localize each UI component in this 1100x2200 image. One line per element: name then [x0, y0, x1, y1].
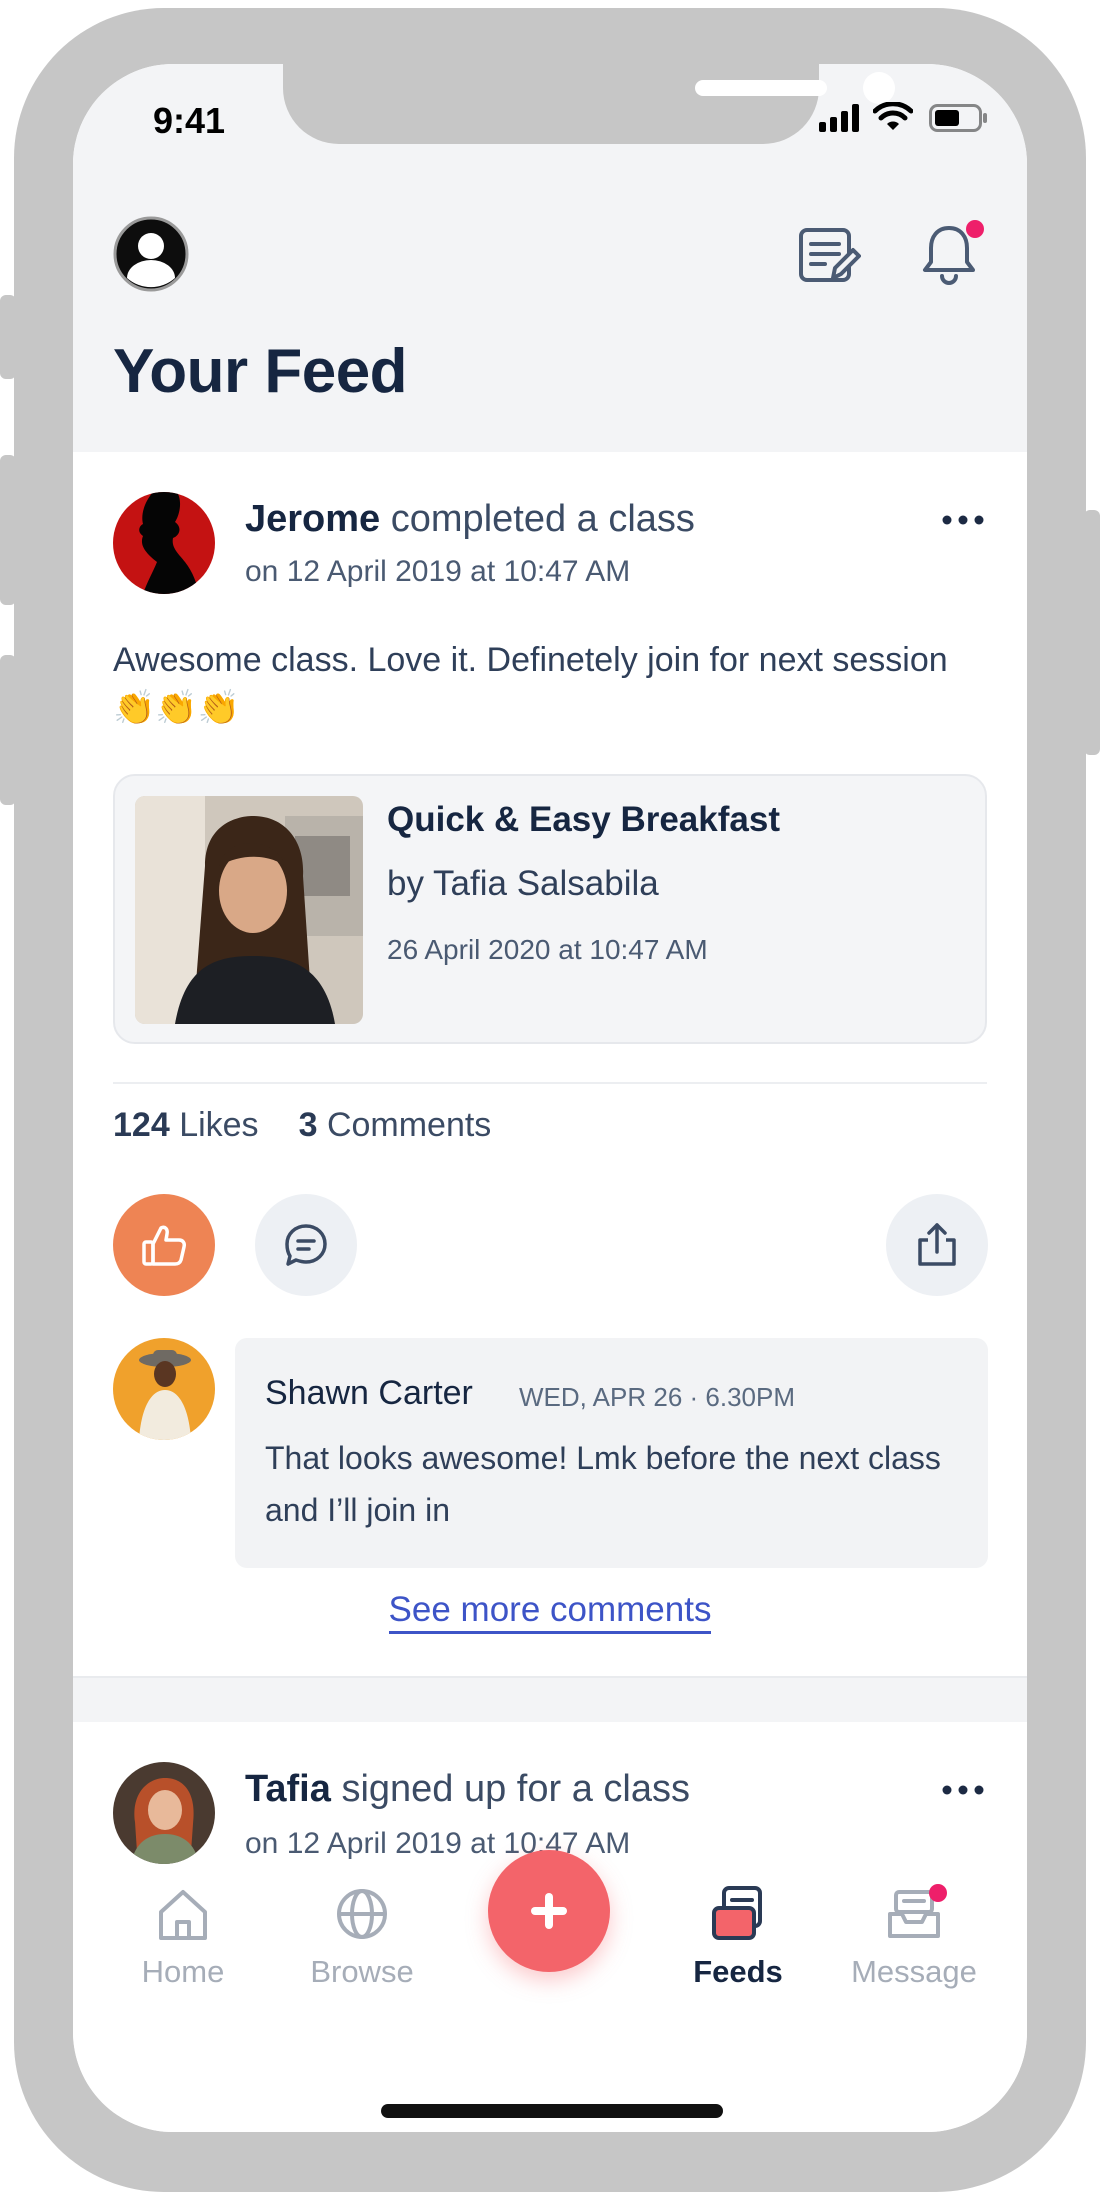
cellular-signal-icon — [819, 104, 859, 132]
page-title: Your Feed — [113, 337, 408, 406]
tab-home[interactable]: Home — [103, 1884, 263, 1990]
home-indicator — [381, 2104, 723, 2118]
mute-switch — [0, 295, 16, 379]
comment-timestamp: WED, APR 26 · 6.30PM — [519, 1382, 795, 1412]
notification-badge — [966, 220, 984, 238]
phone-screen: 9:41 Your Feed Jerome completed a class … — [73, 64, 1027, 2132]
power-button — [1084, 510, 1100, 755]
post-author-name[interactable]: Tafia — [245, 1768, 331, 1810]
more-options-icon[interactable] — [933, 500, 993, 540]
globe-icon — [337, 1889, 387, 1939]
tab-home-label: Home — [141, 1954, 225, 1989]
commenter-avatar[interactable] — [113, 1338, 215, 1440]
class-date: 26 April 2020 at 10:47 AM — [387, 934, 708, 965]
post-action: signed up for a class — [341, 1768, 690, 1810]
class-author: by Tafia Salsabila — [387, 864, 659, 903]
tab-browse[interactable]: Browse — [282, 1884, 442, 1990]
home-icon — [159, 1890, 207, 1940]
see-more-container: See more comments — [73, 1590, 1027, 1634]
create-button[interactable] — [488, 1850, 610, 1972]
share-button[interactable] — [886, 1194, 988, 1296]
comment-author[interactable]: Shawn Carter — [265, 1374, 473, 1413]
notch — [283, 64, 895, 144]
like-button[interactable] — [113, 1194, 215, 1296]
tafia-avatar-image — [113, 1762, 215, 1864]
share-upload-icon — [918, 1223, 956, 1266]
wifi-icon — [873, 102, 913, 130]
post-headline: Tafia signed up for a class — [245, 1768, 690, 1811]
comment-text: That looks awesome! Lmk before the next … — [265, 1440, 941, 1528]
jerome-avatar-image — [113, 492, 215, 594]
speaker — [695, 80, 827, 96]
tab-feeds[interactable]: Feeds — [658, 1884, 818, 1990]
tab-message[interactable]: Message — [834, 1884, 994, 1990]
more-options-icon[interactable] — [933, 1770, 993, 1810]
plus-icon-vertical — [545, 1893, 553, 1929]
thumbs-up-icon — [142, 1225, 186, 1266]
compose-post-icon[interactable] — [797, 226, 861, 286]
comment-bubble: Shawn Carter WED, APR 26 · 6.30PM That l… — [235, 1338, 988, 1568]
message-badge — [929, 1884, 947, 1902]
comments-count: 3 — [298, 1106, 318, 1144]
divider — [113, 1082, 987, 1084]
post-stats: 124 Likes 3 Comments — [113, 1106, 491, 1145]
comment-button[interactable] — [255, 1194, 357, 1296]
status-time: 9:41 — [153, 100, 226, 141]
likes-label[interactable]: Likes — [179, 1106, 258, 1144]
post-action: completed a class — [390, 498, 695, 540]
comments-label[interactable]: Comments — [327, 1106, 491, 1144]
speech-bubble-icon — [285, 1224, 327, 1266]
tab-browse-label: Browse — [310, 1954, 414, 1989]
class-title: Quick & Easy Breakfast — [387, 800, 780, 839]
tab-feeds-label: Feeds — [693, 1954, 783, 1989]
volume-up-button — [0, 455, 16, 605]
tab-message-label: Message — [851, 1954, 977, 1989]
post-headline: Jerome completed a class — [245, 498, 695, 541]
post-author-name[interactable]: Jerome — [245, 498, 380, 540]
post-body-text: Awesome class. Love it. Definetely join … — [113, 641, 948, 727]
post-author-avatar[interactable] — [113, 1762, 215, 1864]
post-separator — [73, 1676, 1027, 1722]
feeds-icon — [712, 1886, 762, 1940]
volume-down-button — [0, 655, 16, 805]
see-more-comments-link[interactable]: See more comments — [388, 1590, 712, 1634]
battery-icon — [929, 104, 987, 132]
shawn-avatar-image — [113, 1338, 215, 1440]
post-author-avatar[interactable] — [113, 492, 215, 594]
camera — [863, 72, 895, 104]
class-thumbnail — [135, 796, 363, 1024]
profile-avatar-icon[interactable] — [113, 216, 189, 292]
likes-count: 124 — [113, 1106, 170, 1144]
post-date: on 12 April 2019 at 10:47 AM — [245, 555, 631, 588]
class-thumbnail-image — [135, 796, 363, 1024]
class-card[interactable]: Quick & Easy Breakfast by Tafia Salsabil… — [113, 774, 987, 1044]
